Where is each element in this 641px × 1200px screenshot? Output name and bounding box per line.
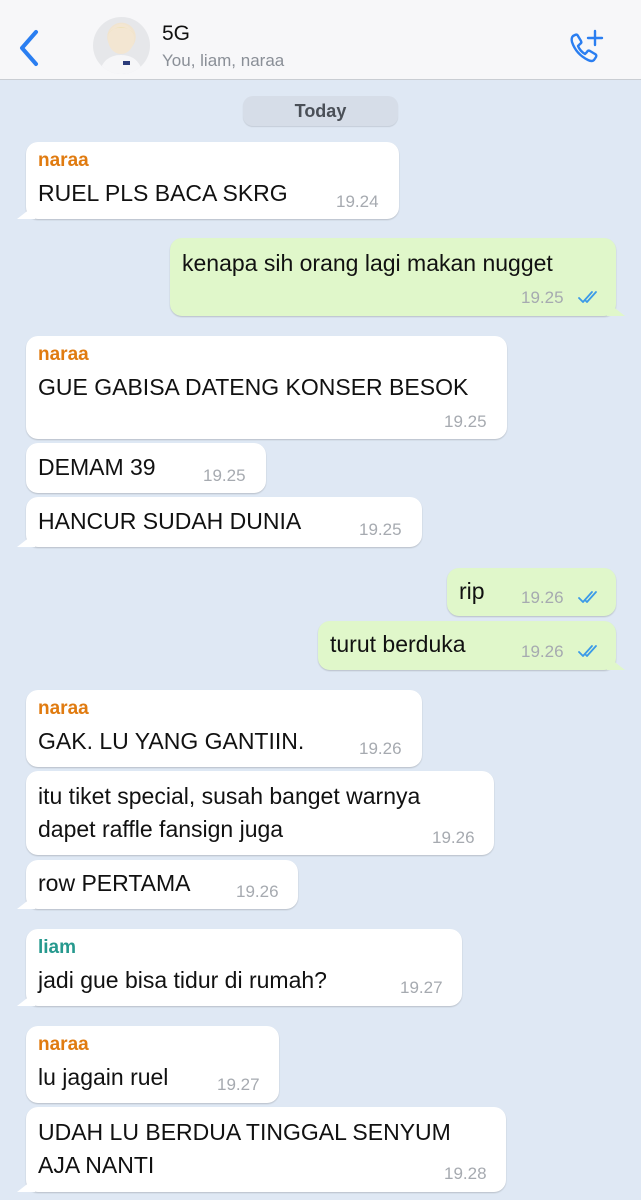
message-time: 19.26 — [432, 828, 475, 847]
message-bubble[interactable]: kenapa sih orang lagi makan nugget 19.25 — [170, 238, 616, 316]
group-avatar[interactable] — [93, 17, 150, 74]
message-time: 19.26 — [236, 882, 279, 901]
message-bubble[interactable]: naraa GUE GABISA DATENG KONSER BESOK 19.… — [26, 336, 507, 439]
message-text: itu tiket special, susah banget warnya d… — [38, 783, 421, 842]
back-chevron-icon[interactable] — [16, 28, 44, 68]
message-time: 19.26 — [359, 739, 402, 758]
message-bubble[interactable]: naraa RUEL PLS BACA SKRG 19.24 — [26, 142, 399, 219]
message-bubble[interactable]: UDAH LU BERDUA TINGGAL SENYUM AJA NANTI … — [26, 1107, 506, 1192]
read-ticks-icon — [578, 291, 597, 303]
message-bubble[interactable]: turut berduka 19.26 — [318, 621, 616, 670]
message-text: GUE GABISA DATENG KONSER BESOK — [38, 374, 469, 400]
message-text: RUEL PLS BACA SKRG — [38, 180, 288, 206]
message-text: kenapa sih orang lagi makan nugget — [182, 250, 553, 276]
message-time: 19.24 — [336, 192, 379, 211]
sender-name[interactable]: naraa — [38, 150, 89, 172]
message-bubble[interactable]: HANCUR SUDAH DUNIA 19.25 — [26, 497, 422, 547]
message-text: rip — [459, 578, 485, 604]
message-time: 19.25 — [521, 288, 564, 307]
sender-name[interactable]: naraa — [38, 698, 89, 720]
message-time: 19.26 — [521, 588, 564, 607]
message-text: DEMAM 39 — [38, 454, 156, 480]
message-text: row PERTAMA — [38, 870, 191, 896]
message-text: turut berduka — [330, 631, 466, 657]
message-bubble[interactable]: naraa GAK. LU YANG GANTIIN. 19.26 — [26, 690, 422, 767]
read-ticks-icon — [578, 591, 597, 603]
date-separator: Today — [243, 96, 398, 126]
message-text: lu jagain ruel — [38, 1064, 169, 1090]
message-text: HANCUR SUDAH DUNIA — [38, 508, 302, 534]
message-time: 19.27 — [400, 978, 443, 997]
message-time: 19.28 — [444, 1164, 487, 1183]
chat-participants[interactable]: You, liam, naraa — [162, 51, 284, 71]
message-bubble[interactable]: naraa lu jagain ruel 19.27 — [26, 1026, 279, 1103]
chat-header: 5G You, liam, naraa — [0, 0, 641, 80]
sender-name[interactable]: naraa — [38, 344, 89, 366]
chat-title[interactable]: 5G — [162, 22, 190, 46]
message-text: jadi gue bisa tidur di rumah? — [38, 967, 327, 993]
message-bubble[interactable]: rip 19.26 — [447, 568, 616, 616]
message-bubble[interactable]: liam jadi gue bisa tidur di rumah? 19.27 — [26, 929, 462, 1006]
read-ticks-icon — [578, 645, 597, 657]
message-time: 19.25 — [359, 520, 402, 539]
message-text: UDAH LU BERDUA TINGGAL SENYUM AJA NANTI — [38, 1119, 451, 1178]
message-text: GAK. LU YANG GANTIIN. — [38, 728, 305, 754]
add-call-icon[interactable] — [566, 28, 606, 66]
message-bubble[interactable]: DEMAM 39 19.25 — [26, 443, 266, 493]
sender-name[interactable]: liam — [38, 937, 76, 959]
avatar-photo-icon — [99, 24, 143, 74]
message-bubble[interactable]: itu tiket special, susah banget warnya d… — [26, 771, 494, 855]
message-time: 19.27 — [217, 1075, 260, 1094]
message-time: 19.26 — [521, 642, 564, 661]
message-time: 19.25 — [203, 466, 246, 485]
sender-name[interactable]: naraa — [38, 1034, 89, 1056]
message-time: 19.25 — [444, 412, 487, 431]
message-bubble[interactable]: row PERTAMA 19.26 — [26, 860, 298, 909]
